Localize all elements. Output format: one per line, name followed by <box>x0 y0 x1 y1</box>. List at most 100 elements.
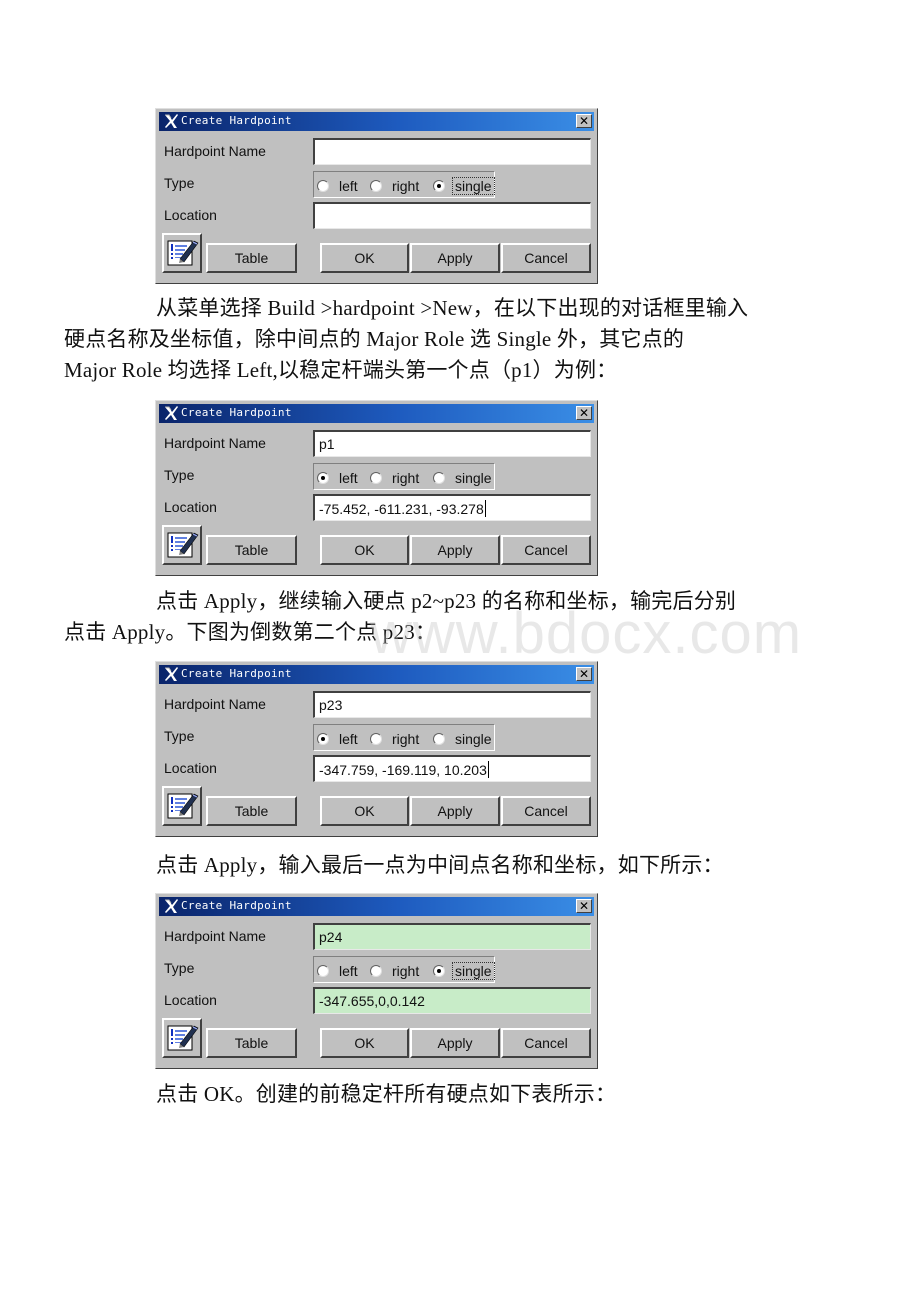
close-button[interactable]: ✕ <box>576 899 592 913</box>
type-label: Type <box>164 728 195 744</box>
radio-checked-icon <box>433 965 445 977</box>
text-caret <box>484 500 486 517</box>
location-value: -347.655,0,0.142 <box>319 993 425 1009</box>
radio-right-label: right <box>392 963 420 979</box>
dialog-title: Create Hardpoint <box>181 667 292 680</box>
location-label: Location <box>164 207 217 223</box>
dialog-title: Create Hardpoint <box>181 899 292 912</box>
radio-single[interactable]: single <box>433 177 495 195</box>
radio-right[interactable]: right <box>370 730 421 748</box>
radio-single[interactable]: single <box>433 730 494 748</box>
radio-left-label: left <box>339 963 358 979</box>
cancel-button[interactable]: Cancel <box>501 796 591 826</box>
instruction-paragraph-1: 从菜单选择 Build >hardpoint >New，在以下出现的对话框里输入… <box>64 293 810 386</box>
apply-button[interactable]: Apply <box>410 535 500 565</box>
radio-circle-icon <box>317 965 329 977</box>
dialog-title: Create Hardpoint <box>181 114 292 127</box>
type-radio-group: left right single <box>313 171 495 198</box>
location-input[interactable]: -347.655,0,0.142 <box>313 987 591 1014</box>
create-hardpoint-dialog-1: Create Hardpoint ✕ Hardpoint Name Type l… <box>155 108 598 284</box>
radio-left[interactable]: left <box>317 469 360 487</box>
close-button[interactable]: ✕ <box>576 667 592 681</box>
apply-button[interactable]: Apply <box>410 1028 500 1058</box>
table-button[interactable]: Table <box>206 535 297 565</box>
radio-checked-icon <box>317 733 329 745</box>
dialog-titlebar[interactable]: Create Hardpoint ✕ <box>159 112 594 131</box>
close-button[interactable]: ✕ <box>576 406 592 420</box>
table-editor-button[interactable] <box>162 786 202 826</box>
location-input[interactable]: -75.452, -611.231, -93.278 <box>313 494 591 521</box>
close-icon: ✕ <box>578 899 590 913</box>
ok-button[interactable]: OK <box>320 796 409 826</box>
text-line: 从菜单选择 Build >hardpoint >New，在以下出现的对话框里输入 <box>156 296 749 320</box>
apply-button[interactable]: Apply <box>410 243 500 273</box>
location-value: -75.452, -611.231, -93.278 <box>319 501 484 517</box>
radio-circle-icon <box>433 733 445 745</box>
hardpoint-name-input[interactable]: p24 <box>313 923 591 950</box>
close-icon: ✕ <box>578 406 590 420</box>
apply-button[interactable]: Apply <box>410 796 500 826</box>
hardpoint-name-value: p24 <box>319 929 343 945</box>
radio-right-label: right <box>392 178 420 194</box>
hardpoint-name-value: p1 <box>319 436 335 452</box>
radio-right[interactable]: right <box>370 469 421 487</box>
ok-button[interactable]: OK <box>320 1028 409 1058</box>
close-button[interactable]: ✕ <box>576 114 592 128</box>
radio-right[interactable]: right <box>370 962 421 980</box>
radio-circle-icon <box>370 472 382 484</box>
location-input[interactable] <box>313 202 591 229</box>
location-label: Location <box>164 760 217 776</box>
hardpoint-name-input[interactable]: p1 <box>313 430 591 457</box>
type-radio-group: left right single <box>313 724 495 751</box>
table-button[interactable]: Table <box>206 243 297 273</box>
close-icon: ✕ <box>578 667 590 681</box>
hardpoint-name-label: Hardpoint Name <box>164 435 266 451</box>
instruction-paragraph-2: 点击 Apply，继续输入硬点 p2~p23 的名称和坐标，输完后分别 点击 A… <box>64 586 810 648</box>
type-radio-group: left right single <box>313 956 495 983</box>
dialog-titlebar[interactable]: Create Hardpoint ✕ <box>159 665 594 684</box>
hardpoint-name-input[interactable] <box>313 138 591 165</box>
radio-right-label: right <box>392 731 420 747</box>
radio-left[interactable]: left <box>317 962 360 980</box>
table-editor-button[interactable] <box>162 1018 202 1058</box>
table-editor-icon <box>167 793 199 819</box>
create-hardpoint-dialog-3: Create Hardpoint ✕ Hardpoint Name p23 Ty… <box>155 661 598 837</box>
dialog-title: Create Hardpoint <box>181 406 292 419</box>
text-line: 硬点名称及坐标值，除中间点的 Major Role 选 Single 外，其它点… <box>64 327 685 351</box>
create-hardpoint-dialog-2: Create Hardpoint ✕ Hardpoint Name p1 Typ… <box>155 400 598 576</box>
cancel-button[interactable]: Cancel <box>501 243 591 273</box>
ok-button[interactable]: OK <box>320 243 409 273</box>
radio-checked-icon <box>317 472 329 484</box>
radio-circle-icon <box>370 965 382 977</box>
radio-left[interactable]: left <box>317 730 360 748</box>
adams-x-icon <box>165 406 178 420</box>
cancel-button[interactable]: Cancel <box>501 1028 591 1058</box>
text-line: 点击 OK。创建的前稳定杆所有硬点如下表所示： <box>156 1082 617 1106</box>
hardpoint-name-value: p23 <box>319 697 343 713</box>
close-icon: ✕ <box>578 114 590 128</box>
radio-circle-icon <box>317 180 329 192</box>
table-editor-icon <box>167 1025 199 1051</box>
radio-single-label: single <box>455 731 492 747</box>
radio-single[interactable]: single <box>433 962 495 980</box>
dialog-titlebar[interactable]: Create Hardpoint ✕ <box>159 404 594 423</box>
text-line: 点击 Apply。下图为倒数第二个点 p23： <box>64 620 437 644</box>
radio-left[interactable]: left <box>317 177 360 195</box>
table-button[interactable]: Table <box>206 1028 297 1058</box>
type-label: Type <box>164 960 195 976</box>
text-line: 点击 Apply，继续输入硬点 p2~p23 的名称和坐标，输完后分别 <box>156 589 737 613</box>
table-editor-button[interactable] <box>162 525 202 565</box>
text-line: Major Role 均选择 Left,以稳定杆端头第一个点（p1）为例： <box>64 358 618 382</box>
table-button[interactable]: Table <box>206 796 297 826</box>
location-input[interactable]: -347.759, -169.119, 10.203 <box>313 755 591 782</box>
dialog-titlebar[interactable]: Create Hardpoint ✕ <box>159 897 594 916</box>
radio-single[interactable]: single <box>433 469 494 487</box>
cancel-button[interactable]: Cancel <box>501 535 591 565</box>
radio-right[interactable]: right <box>370 177 421 195</box>
table-editor-button[interactable] <box>162 233 202 273</box>
location-label: Location <box>164 499 217 515</box>
radio-left-label: left <box>339 731 358 747</box>
radio-right-label: right <box>392 470 420 486</box>
ok-button[interactable]: OK <box>320 535 409 565</box>
hardpoint-name-input[interactable]: p23 <box>313 691 591 718</box>
